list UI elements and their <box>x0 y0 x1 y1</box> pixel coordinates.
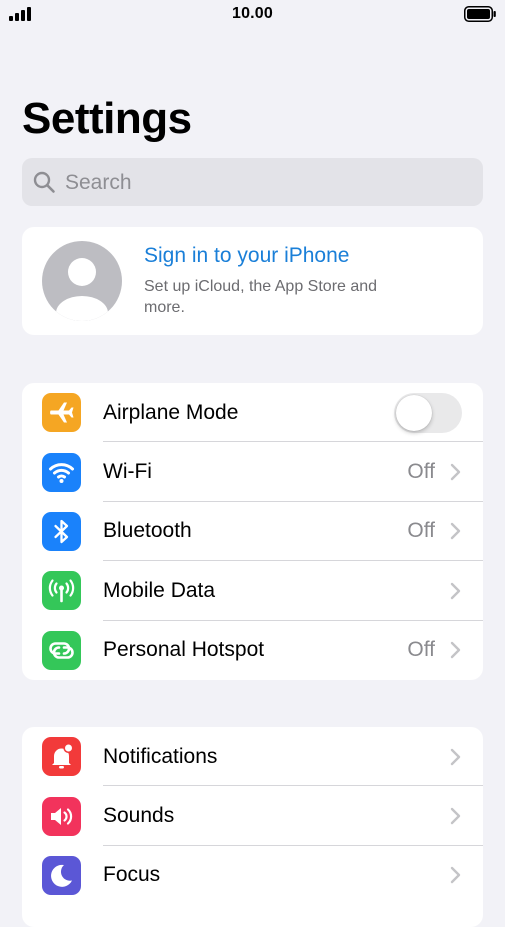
settings-row-bluetooth[interactable]: Bluetooth Off <box>22 502 483 562</box>
chevron-right-icon <box>450 642 461 659</box>
settings-row-label: Bluetooth <box>103 519 192 543</box>
chevron-right-icon <box>450 807 461 825</box>
avatar <box>42 241 122 321</box>
settings-row-label: Airplane Mode <box>103 400 239 424</box>
chevron-right-icon <box>450 463 461 481</box>
speaker-icon <box>42 796 81 836</box>
airplane-mode-toggle[interactable] <box>394 392 462 433</box>
settings-row-notifications[interactable]: Notifications <box>22 727 483 787</box>
person-silhouette-icon <box>56 258 108 321</box>
page-title: Settings <box>22 94 192 143</box>
search-icon <box>33 171 55 193</box>
bluetooth-icon <box>42 511 81 551</box>
settings-row-wifi[interactable]: Wi-Fi Off <box>22 442 483 502</box>
sign-in-card[interactable]: Sign in to your iPhone Set up iCloud, th… <box>22 227 483 335</box>
settings-row-label: Notifications <box>103 744 218 768</box>
settings-row-value: Off <box>407 519 435 543</box>
hotspot-icon <box>42 630 81 670</box>
settings-row-label: Focus <box>103 863 161 887</box>
chevron-right-icon <box>450 523 461 540</box>
chevron-right-icon <box>450 867 461 884</box>
status-bar: 10.00 <box>0 0 505 30</box>
chevron-right-icon <box>450 748 461 765</box>
battery-icon <box>464 6 496 22</box>
search-input[interactable] <box>63 158 477 208</box>
status-time: 10.00 <box>231 5 274 22</box>
moon-icon <box>42 855 81 895</box>
settings-row-label: Wi-Fi <box>103 460 152 484</box>
settings-row-personal-hotspot[interactable]: Personal Hotspot Off <box>22 621 483 680</box>
antenna-icon <box>42 571 81 611</box>
chevron-right-icon <box>450 582 461 600</box>
settings-row-airplane-mode[interactable]: Airplane Mode <box>22 383 483 443</box>
sign-in-title[interactable]: Sign in to your iPhone <box>144 244 349 268</box>
settings-row-value: Off <box>407 460 435 484</box>
notification-bell-icon <box>42 737 81 777</box>
settings-row-sounds[interactable]: Sounds <box>22 786 483 846</box>
settings-row-mobile-data[interactable]: Mobile Data <box>22 561 483 621</box>
sign-in-subtitle: Set up iCloud, the App Store and more. <box>144 278 378 316</box>
search-bar[interactable] <box>22 158 483 208</box>
settings-row-label: Sounds <box>103 804 175 828</box>
connectivity-group: Airplane Mode Wi-Fi Off Bluetooth Off Mo… <box>22 383 483 680</box>
wifi-icon <box>42 452 81 492</box>
settings-row-value: Off <box>407 638 435 662</box>
notifications-group: Notifications Sounds Focus <box>22 727 483 927</box>
airplane-icon <box>42 393 81 433</box>
settings-row-label: Mobile Data <box>103 578 216 602</box>
settings-row-label: Personal Hotspot <box>103 638 265 662</box>
settings-row-focus[interactable]: Focus <box>22 846 483 905</box>
